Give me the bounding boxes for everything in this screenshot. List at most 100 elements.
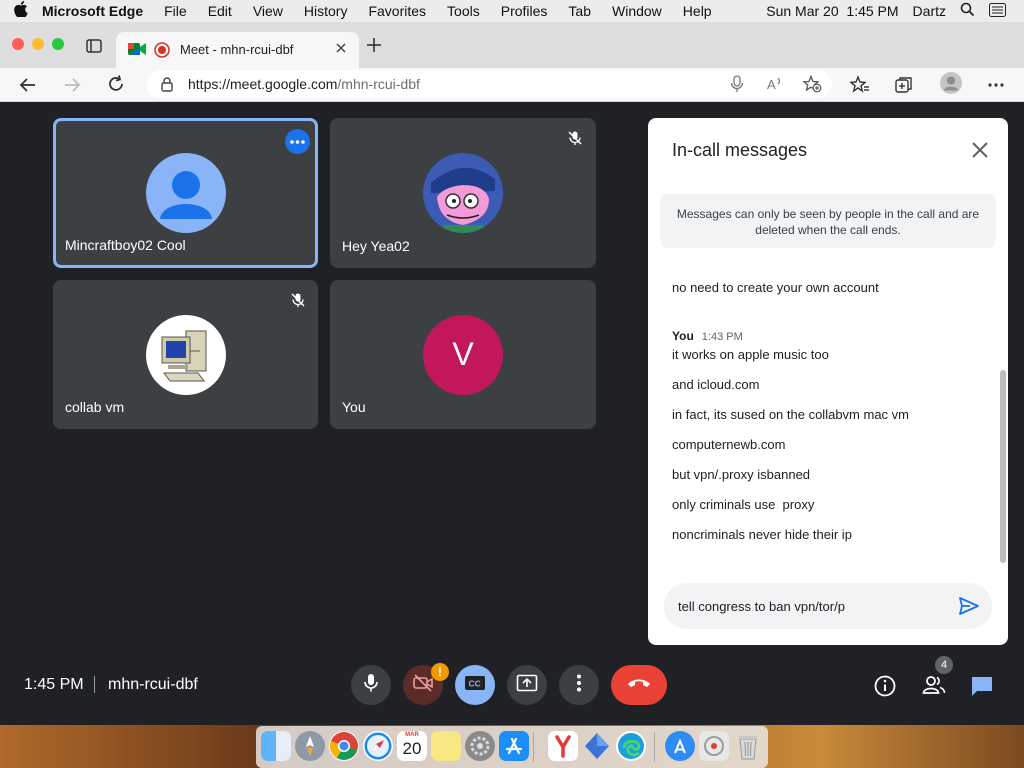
menubar-app-name[interactable]: Microsoft Edge	[42, 3, 143, 19]
tab-actions-icon[interactable]	[86, 38, 102, 59]
avatar: V	[423, 314, 503, 395]
chat-icon[interactable]	[970, 675, 994, 702]
svg-text:A: A	[767, 77, 776, 92]
chat-privacy-notice: Messages can only be seen by people in t…	[660, 194, 996, 248]
notes-icon[interactable]	[431, 731, 461, 761]
chat-message-input[interactable]	[678, 595, 938, 617]
chat-message: it works on apple music too	[672, 347, 829, 362]
app-store-icon[interactable]	[499, 731, 529, 761]
message-timestamp: 1:43 PM	[701, 331, 743, 343]
menubar-clock[interactable]: Sun Mar 20 1:45 PM	[766, 3, 898, 19]
trash-icon[interactable]	[733, 731, 763, 761]
menu-edit[interactable]: Edit	[208, 3, 232, 19]
launchpad-icon[interactable]	[295, 731, 325, 761]
chat-message: in fact, its sused on the collabvm mac v…	[672, 407, 909, 422]
minimize-window-button[interactable]	[32, 38, 44, 50]
back-arrow-icon[interactable]	[18, 75, 38, 100]
downloads-folder-icon[interactable]	[665, 731, 695, 761]
avatar	[145, 153, 226, 233]
camera-off-icon	[412, 673, 434, 697]
menu-view[interactable]: View	[253, 3, 283, 19]
recording-indicator-icon	[154, 42, 170, 63]
system-preferences-icon[interactable]	[465, 731, 495, 761]
close-tab-icon[interactable]	[334, 41, 348, 60]
menu-help[interactable]: Help	[683, 3, 712, 19]
url-host: https://meet.google.com	[188, 76, 338, 92]
menu-tab[interactable]: Tab	[568, 3, 591, 19]
chat-message: but vpn/.proxy isbanned	[672, 467, 811, 482]
message-group-header: You 1:43 PM	[672, 329, 743, 343]
microphone-muted-icon	[567, 130, 583, 151]
spotlight-search-icon[interactable]	[960, 2, 975, 20]
chrome-icon[interactable]	[329, 731, 359, 761]
refresh-icon[interactable]	[106, 74, 126, 99]
captions-button[interactable]: CC	[455, 665, 495, 705]
calendar-month: MAR	[405, 732, 419, 738]
chat-message: no need to create your own account	[672, 280, 879, 295]
more-vertical-icon	[576, 674, 582, 697]
chat-message: and icloud.com	[672, 377, 760, 392]
add-favorite-icon[interactable]	[802, 74, 822, 98]
yandex-browser-icon[interactable]	[548, 731, 578, 761]
vpn-app-icon[interactable]	[582, 731, 612, 761]
avatar	[423, 153, 503, 233]
menu-file[interactable]: File	[164, 3, 187, 19]
separator	[94, 676, 95, 693]
menu-favorites[interactable]: Favorites	[368, 3, 426, 19]
calendar-day: 20	[402, 739, 422, 758]
menu-profiles[interactable]: Profiles	[501, 3, 548, 19]
participant-tile[interactable]: Hey Yea02	[330, 118, 596, 268]
microphone-button[interactable]	[351, 665, 391, 705]
document-stack-icon[interactable]	[699, 731, 729, 761]
new-tab-icon[interactable]	[366, 37, 382, 58]
microphone-icon	[362, 673, 380, 698]
avatar-letter: V	[452, 336, 474, 372]
close-icon[interactable]	[970, 140, 990, 160]
participant-tile[interactable]: Mincraftboy02 Cool	[53, 118, 318, 268]
menu-tools[interactable]: Tools	[447, 3, 480, 19]
read-aloud-icon[interactable]: A	[766, 75, 784, 98]
present-screen-button[interactable]	[507, 665, 547, 705]
address-bar[interactable]: https://meet.google.com/mhn-rcui-dbf A	[146, 70, 832, 98]
meeting-controls-bar: 1:45 PM mhn-rcui-dbf ! CC 4	[0, 648, 1024, 725]
url-text: https://meet.google.com/mhn-rcui-dbf	[188, 76, 420, 92]
zoom-window-button[interactable]	[52, 38, 64, 50]
participant-options-icon[interactable]	[285, 129, 310, 154]
avatar	[145, 314, 226, 395]
lock-icon[interactable]	[160, 76, 174, 97]
more-options-icon[interactable]	[986, 75, 1006, 100]
send-icon[interactable]	[958, 595, 980, 617]
people-count-badge: 4	[935, 656, 953, 674]
control-center-icon[interactable]	[989, 2, 1006, 20]
profile-avatar-icon[interactable]	[939, 71, 963, 100]
menu-window[interactable]: Window	[612, 3, 662, 19]
edge-icon[interactable]	[616, 731, 646, 761]
collections-icon[interactable]	[894, 75, 914, 100]
google-meet-favicon-icon	[128, 41, 146, 62]
participant-tile[interactable]: V You	[330, 280, 596, 429]
menubar-user[interactable]: Dartz	[913, 3, 946, 19]
voice-search-icon[interactable]	[730, 75, 744, 98]
leave-call-button[interactable]	[611, 665, 667, 705]
tab-meet[interactable]: Meet - mhn-rcui-dbf	[116, 32, 359, 68]
chat-scrollbar[interactable]	[1000, 370, 1006, 563]
safari-icon[interactable]	[363, 731, 393, 761]
participant-tile[interactable]: collab vm	[53, 280, 318, 429]
calendar-icon[interactable]: MAR 20	[397, 731, 427, 761]
people-icon[interactable]	[922, 675, 946, 700]
forward-arrow-icon[interactable]	[62, 75, 82, 100]
closed-captions-icon: CC	[464, 675, 486, 696]
dock-divider	[533, 732, 534, 762]
meeting-details-icon[interactable]	[874, 675, 896, 702]
close-window-button[interactable]	[12, 38, 24, 50]
chat-message: computernewb.com	[672, 437, 786, 452]
chat-input-container	[664, 583, 992, 629]
finder-icon[interactable]	[261, 731, 291, 761]
menu-history[interactable]: History	[304, 3, 348, 19]
apple-menu-icon[interactable]	[0, 1, 42, 21]
favorites-icon[interactable]	[849, 75, 870, 100]
microphone-muted-icon	[290, 292, 306, 313]
more-options-button[interactable]	[559, 665, 599, 705]
tab-title: Meet - mhn-rcui-dbf	[180, 42, 294, 57]
macos-menubar: Microsoft Edge File Edit View History Fa…	[0, 0, 1024, 22]
